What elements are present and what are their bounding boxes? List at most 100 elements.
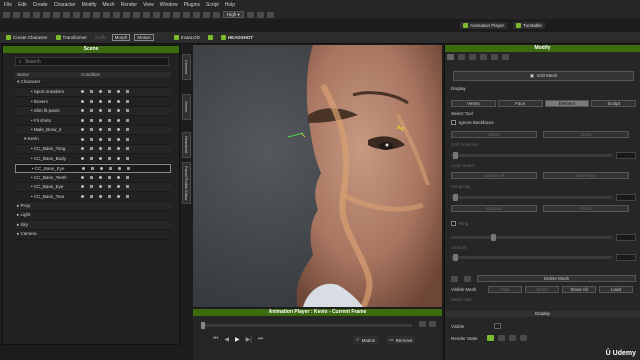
ring-slider[interactable] [451, 234, 612, 241]
material-icon[interactable] [118, 166, 121, 170]
material-icon[interactable] [117, 185, 120, 189]
tree-row[interactable]: • CC_Base_Tear [15, 192, 171, 202]
render-wire-icon[interactable] [498, 335, 505, 341]
menu-create[interactable]: Create [33, 2, 48, 8]
shadow-icon[interactable] [99, 147, 102, 151]
visible-toggle-icon[interactable] [494, 323, 502, 329]
instalod-button[interactable]: InstaLOD [172, 35, 202, 40]
render-icon[interactable] [108, 90, 111, 94]
tree-row[interactable]: • Male_Brow_2 [15, 125, 171, 135]
motion-dropdown[interactable]: ✓ Motion [353, 336, 379, 344]
save-icon[interactable] [23, 11, 30, 18]
material-icon[interactable] [117, 90, 120, 94]
timeline-knob[interactable] [201, 322, 205, 329]
tree-row[interactable]: • Fit shirts [15, 116, 171, 126]
render-icon[interactable] [108, 175, 111, 179]
material-icon[interactable] [117, 99, 120, 103]
menu-plugins[interactable]: Plugins [184, 2, 200, 8]
visible-icon[interactable] [81, 156, 84, 160]
menu-view[interactable]: View [143, 2, 154, 8]
visible-icon[interactable] [81, 109, 84, 113]
lock-icon[interactable] [90, 109, 93, 113]
select-icon[interactable] [126, 185, 129, 189]
lock-icon[interactable] [90, 128, 93, 132]
move-icon[interactable] [63, 11, 70, 18]
shrink-button[interactable]: Shrink [543, 205, 629, 212]
orbit-icon[interactable] [133, 11, 140, 18]
mode-face-button[interactable]: Face [497, 100, 543, 107]
shadow-icon[interactable] [99, 90, 102, 94]
material-icon[interactable] [117, 137, 120, 141]
visible-icon[interactable] [81, 90, 84, 94]
quality-select[interactable]: High ▾ [223, 11, 244, 18]
light-icon[interactable] [163, 11, 170, 18]
loop-icon[interactable] [419, 321, 426, 327]
select-icon[interactable] [126, 137, 129, 141]
tree-row[interactable]: ▸ Light [15, 211, 171, 221]
tree-row[interactable]: ▸ Prop [15, 201, 171, 211]
render-icon[interactable] [108, 118, 111, 122]
outfit-button[interactable]: Outfit [93, 35, 108, 40]
scale-icon[interactable] [83, 11, 90, 18]
open-icon[interactable] [13, 11, 20, 18]
tab-mesh-icon[interactable] [491, 54, 498, 60]
visible-icon[interactable] [81, 128, 84, 132]
ring-checkbox[interactable] [451, 221, 456, 226]
settings-icon[interactable] [266, 11, 274, 18]
soft-sel-value[interactable] [616, 152, 636, 159]
lock-icon[interactable] [90, 99, 93, 103]
visible-icon[interactable] [81, 118, 84, 122]
select-icon[interactable] [126, 147, 129, 151]
render-icon[interactable] [108, 128, 111, 132]
lock-icon[interactable] [90, 156, 93, 160]
shadow-icon[interactable] [99, 175, 102, 179]
prev-frame-icon[interactable]: ◀ [224, 336, 229, 343]
tab-properties-icon[interactable] [447, 54, 454, 60]
render-normal-icon[interactable] [487, 335, 494, 341]
select-icon[interactable] [127, 166, 130, 170]
material-icon[interactable] [117, 118, 120, 122]
menu-file[interactable]: File [4, 2, 12, 8]
lock-icon[interactable] [90, 137, 93, 141]
redo-icon[interactable] [43, 11, 50, 18]
select-icon[interactable] [53, 11, 60, 18]
shadow-icon[interactable] [99, 194, 102, 198]
menu-window[interactable]: Window [160, 2, 178, 8]
menu-edit[interactable]: Edit [18, 2, 27, 8]
select-icon[interactable] [126, 118, 129, 122]
first-frame-icon[interactable]: ⏮ [213, 336, 218, 343]
shadow-icon[interactable] [99, 185, 102, 189]
material-icon[interactable] [117, 147, 120, 151]
substance-button[interactable] [206, 35, 215, 40]
display-icon[interactable] [203, 11, 210, 18]
load-button[interactable]: Load [599, 286, 633, 293]
visible-icon[interactable] [81, 147, 84, 151]
ignore-backfaces-checkbox[interactable] [451, 120, 456, 125]
show-button[interactable]: Show [525, 286, 559, 293]
merge-value[interactable] [616, 194, 636, 201]
hide-button[interactable]: Hide [488, 286, 522, 293]
render-icon[interactable] [213, 11, 220, 18]
show-all-button[interactable]: Show All [562, 286, 596, 293]
merge-slider[interactable] [451, 194, 612, 201]
visible-icon[interactable] [82, 166, 85, 170]
edit-mesh-button[interactable]: ▣ Edit Mesh [453, 71, 634, 81]
speed-icon[interactable] [429, 321, 436, 327]
menu-render[interactable]: Render [121, 2, 137, 8]
timeline-slider[interactable] [201, 322, 412, 329]
undo-icon[interactable] [33, 11, 40, 18]
tab-headshot[interactable]: Headshot [182, 132, 191, 158]
texture-icon[interactable] [193, 11, 200, 18]
export-icon[interactable] [256, 11, 264, 18]
screenshot-icon[interactable] [246, 11, 254, 18]
menu-character[interactable]: Character [54, 2, 76, 8]
render-icon[interactable] [108, 99, 111, 103]
select-icon[interactable] [126, 128, 129, 132]
tree-row[interactable]: • CC_Base_Eye [15, 182, 171, 192]
smooth-value[interactable] [616, 254, 636, 261]
tree-row[interactable]: ▸ Camera [15, 230, 171, 240]
tree-row[interactable]: • CC_Base_Body [15, 154, 171, 164]
unhide-all-button[interactable]: Unhide All [451, 172, 537, 179]
expand-button[interactable]: Expand [451, 205, 537, 212]
lock-icon[interactable] [90, 90, 93, 94]
